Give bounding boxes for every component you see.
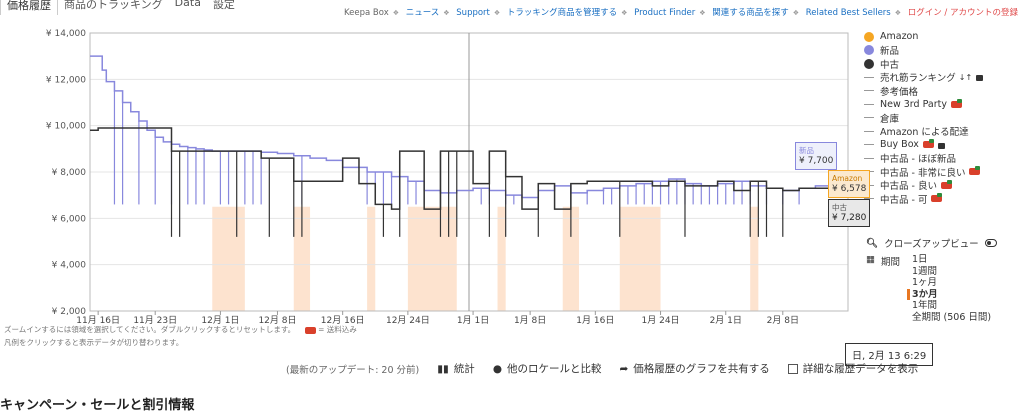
tab-data[interactable]: Data xyxy=(168,0,207,15)
x-tick-label: 1月 8日 xyxy=(514,315,546,326)
period-all[interactable]: 全期間 (506 日間) xyxy=(912,312,991,324)
legend-new-3rd-party[interactable]: New 3rd Party xyxy=(864,98,983,112)
tab-bar: 価格履歴 商品のトラッキング Data 設定 xyxy=(0,0,241,15)
legend-fba[interactable]: Amazon による配達 xyxy=(864,125,983,138)
globe-icon: ● xyxy=(492,363,502,375)
buybox-band xyxy=(497,206,506,311)
x-tick-label: 1月 24日 xyxy=(642,315,680,326)
share-graph-button[interactable]: ➦ 価格履歴のグラフを共有する xyxy=(619,361,769,376)
show-details-checkbox[interactable]: 詳細な履歴データを表示 xyxy=(787,361,918,376)
legend-used-very-good[interactable]: 中古品 - 非常に良い xyxy=(864,165,983,179)
buybox-band xyxy=(750,206,759,311)
stats-button[interactable]: ▮▮ 統計 xyxy=(437,361,475,376)
toggle-icon xyxy=(984,239,997,247)
bottom-toolbar: (最新のアップデート: 20 分前) ▮▮ 統計 ● 他のロケールと比較 ➦ 価格履歴… xyxy=(286,361,918,376)
chart-legend: Amazon 新品 中古 売れ筋ランキング ↓↑ 参考価格 New 3rd Pa… xyxy=(864,30,984,206)
period-1d[interactable]: 1日 xyxy=(912,254,991,266)
link-keepa-box[interactable]: Keepa Box xyxy=(344,8,389,18)
last-updated: (最新のアップデート: 20 分前) xyxy=(286,364,420,376)
truck-icon xyxy=(305,326,317,334)
legend-new[interactable]: 新品 xyxy=(864,44,983,57)
tab-settings[interactable]: 設定 xyxy=(206,0,241,15)
buybox-band xyxy=(367,206,376,311)
sort-icon: ↓↑ xyxy=(958,72,973,82)
legend-used-acceptable[interactable]: 中古品 - 可 xyxy=(864,192,983,206)
link-login[interactable]: ログイン / アカウントの登録 xyxy=(908,8,1018,18)
bar-chart-icon: ▮▮ xyxy=(437,363,449,375)
link-related-best-sellers[interactable]: Related Best Sellers xyxy=(806,8,891,18)
tooltip-used-price: 中古 ¥ 7,280 xyxy=(828,199,871,227)
period-1m[interactable]: 1ヶ月 xyxy=(912,277,991,289)
new-dot-icon xyxy=(864,45,874,56)
amazon-dot-icon xyxy=(864,31,874,42)
legend-warehouse[interactable]: 倉庫 xyxy=(864,111,983,125)
x-tick-label: 1月 16日 xyxy=(576,315,614,326)
buybox-band xyxy=(407,206,457,311)
legend-buybox[interactable]: Buy Box xyxy=(864,138,983,152)
period-3m[interactable]: 3か月 xyxy=(907,288,991,300)
y-tick-label: ¥ 6,000 xyxy=(52,214,87,224)
legend-amazon[interactable]: Amazon xyxy=(864,30,983,44)
x-tick-label: 2月 8日 xyxy=(767,315,799,326)
period-options: 1日 1週間 1ヶ月 3か月 1年間 全期間 (506 日間) xyxy=(907,254,991,324)
legend-used-like-new[interactable]: 中古品 - ほぼ新品 xyxy=(864,152,983,165)
tab-tracking[interactable]: 商品のトラッキング xyxy=(58,0,169,15)
compare-locales-button[interactable]: ● 他のロケールと比較 xyxy=(493,361,602,376)
tooltip-new-price: 新品 ¥ 7,700 xyxy=(795,142,838,170)
period-label: ▦ 期間 xyxy=(866,254,900,268)
top-links: Keepa Box ❖ ニュース ❖ Support ❖ トラッキング商品を管理する ❖… xyxy=(344,8,1018,18)
closeup-view-toggle[interactable]: 🔍︎ クローズアップビュー xyxy=(866,236,997,250)
x-tick-label: 2月 1日 xyxy=(710,315,742,326)
truck-icon xyxy=(922,139,934,149)
buybox-band xyxy=(212,206,245,311)
legend-used-good[interactable]: 中古品 - 良い xyxy=(864,179,983,192)
period-1w[interactable]: 1週間 xyxy=(912,266,991,278)
link-related-products[interactable]: 関連する商品を探す xyxy=(712,8,789,18)
share-icon: ➦ xyxy=(619,363,629,375)
used-dot-icon xyxy=(864,58,874,69)
link-support[interactable]: Support xyxy=(456,8,490,18)
y-tick-label: ¥ 8,000 xyxy=(52,168,87,178)
link-news[interactable]: ニュース xyxy=(406,8,440,18)
calendar-icon: ▦ xyxy=(866,254,875,265)
chart-notes: ズームインするには領域を選択してください。ダブルクリックするとリセットします。 =… xyxy=(4,325,357,347)
search-icon: 🔍︎ xyxy=(866,237,879,249)
tooltip-amazon-price: Amazon ¥ 6,578 xyxy=(828,170,871,198)
checkbox-icon xyxy=(787,364,798,374)
y-tick-label: ¥ 10,000 xyxy=(46,122,86,132)
y-tick-label: ¥ 4,000 xyxy=(52,261,87,271)
truck-icon xyxy=(940,179,952,189)
lock-icon xyxy=(976,75,984,82)
y-tick-label: ¥ 12,000 xyxy=(46,75,86,85)
link-manage-tracking[interactable]: トラッキング商品を管理する xyxy=(507,8,617,18)
truck-icon xyxy=(969,166,981,176)
y-tick-label: ¥ 14,000 xyxy=(46,29,86,39)
lock-icon xyxy=(937,142,945,149)
buybox-band xyxy=(619,206,661,311)
legend-sales-rank[interactable]: 売れ筋ランキング ↓↑ xyxy=(864,71,984,84)
truck-icon xyxy=(931,193,943,203)
legend-reference[interactable]: 参考価格 xyxy=(864,84,983,98)
price-history-chart[interactable]: ¥ 2,000¥ 4,000¥ 6,000¥ 8,000¥ 10,000¥ 12… xyxy=(0,18,860,328)
truck-icon xyxy=(950,98,962,108)
link-product-finder[interactable]: Product Finder xyxy=(634,8,695,18)
x-tick-label: 1月 1日 xyxy=(457,315,489,326)
period-1y[interactable]: 1年間 xyxy=(912,300,991,312)
tab-price-history[interactable]: 価格履歴 xyxy=(0,0,58,15)
legend-used[interactable]: 中古 xyxy=(864,57,983,71)
x-tick-label: 12月 24日 xyxy=(386,315,430,326)
